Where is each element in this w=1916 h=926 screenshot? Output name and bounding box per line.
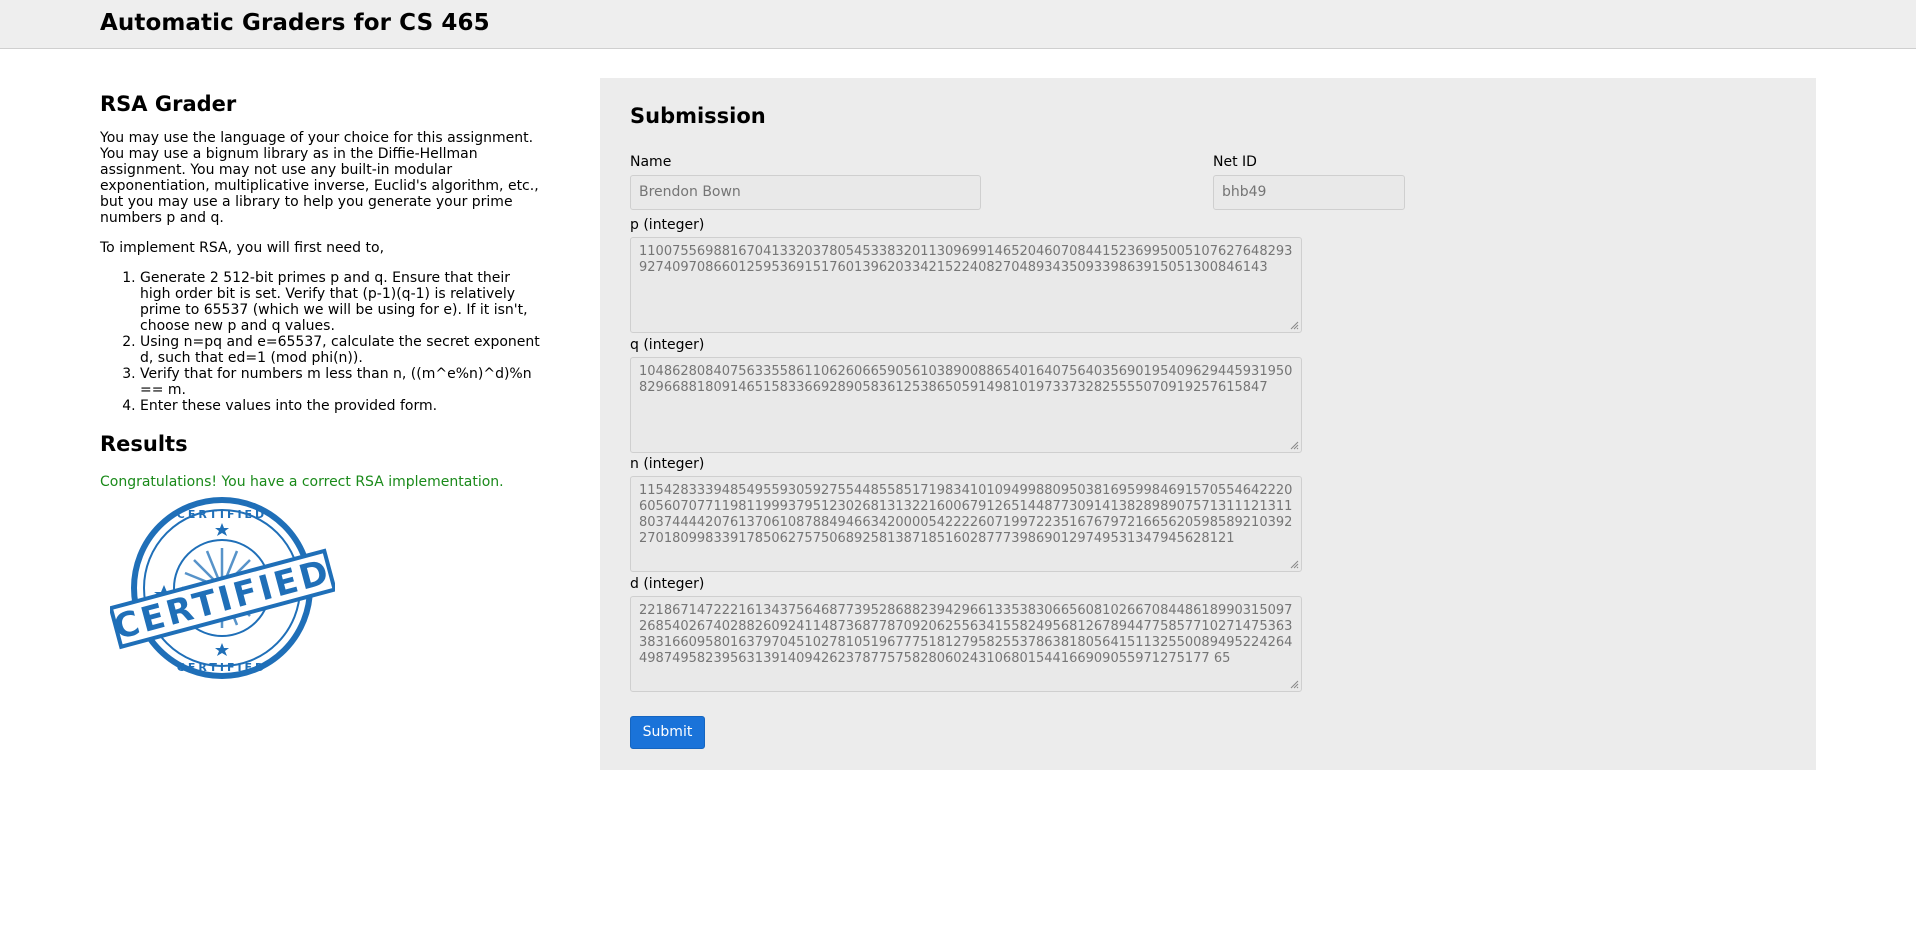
resize-handle-icon[interactable] <box>1289 679 1299 689</box>
netid-label: Net ID <box>1213 154 1257 170</box>
stamp-top-label: CERTIFIED <box>177 508 267 521</box>
p-value: 1100755698816704133203780545338320113096… <box>639 244 1293 275</box>
n-value: 1154283339485495593059275544855851719834… <box>639 483 1293 546</box>
stamp-bottom-label: CERTIFIED <box>177 661 267 674</box>
n-textarea[interactable]: 1154283339485495593059275544855851719834… <box>630 476 1302 572</box>
grader-heading: RSA Grader <box>100 92 237 116</box>
steps-list: Generate 2 512-bit primes p and q. Ensur… <box>100 270 540 414</box>
list-item: Using n=pq and e=65537, calculate the se… <box>140 334 540 366</box>
p-textarea[interactable]: 1100755698816704133203780545338320113096… <box>630 237 1302 333</box>
p-label: p (integer) <box>630 217 705 233</box>
name-field[interactable]: Brendon Bown <box>630 175 981 210</box>
app-title: Automatic Graders for CS 465 <box>100 10 490 36</box>
results-heading: Results <box>100 432 188 456</box>
netid-field[interactable]: bhb49 <box>1213 175 1405 210</box>
n-label: n (integer) <box>630 456 705 472</box>
instructions-column: RSA Grader You may use the language of y… <box>100 92 540 504</box>
list-item: Enter these values into the provided for… <box>140 398 540 414</box>
steps-lead: To implement RSA, you will first need to… <box>100 240 385 256</box>
d-label: d (integer) <box>630 576 705 592</box>
name-label: Name <box>630 154 672 170</box>
resize-handle-icon[interactable] <box>1289 440 1299 450</box>
certified-stamp-image: CERTIFIED CERTIFIED CERTIFIED <box>110 497 335 679</box>
list-item: Generate 2 512-bit primes p and q. Ensur… <box>140 270 540 334</box>
intro-paragraph: You may use the language of your choice … <box>100 130 539 226</box>
resize-handle-icon[interactable] <box>1289 320 1299 330</box>
app-header: Automatic Graders for CS 465 <box>0 0 1916 49</box>
submission-heading: Submission <box>630 104 766 128</box>
success-message: Congratulations! You have a correct RSA … <box>100 474 504 490</box>
submit-button[interactable]: Submit <box>630 716 705 749</box>
d-textarea[interactable]: 2218671472221613437564687739528688239429… <box>630 596 1302 692</box>
q-label: q (integer) <box>630 337 705 353</box>
d-value: 2218671472221613437564687739528688239429… <box>639 603 1293 666</box>
q-value: 1048628084075633558611062606659056103890… <box>639 364 1293 395</box>
submission-panel: Submission Name Brendon Bown Net ID bhb4… <box>600 78 1816 770</box>
resize-handle-icon[interactable] <box>1289 559 1299 569</box>
list-item: Verify that for numbers m less than n, (… <box>140 366 540 398</box>
q-textarea[interactable]: 1048628084075633558611062606659056103890… <box>630 357 1302 453</box>
